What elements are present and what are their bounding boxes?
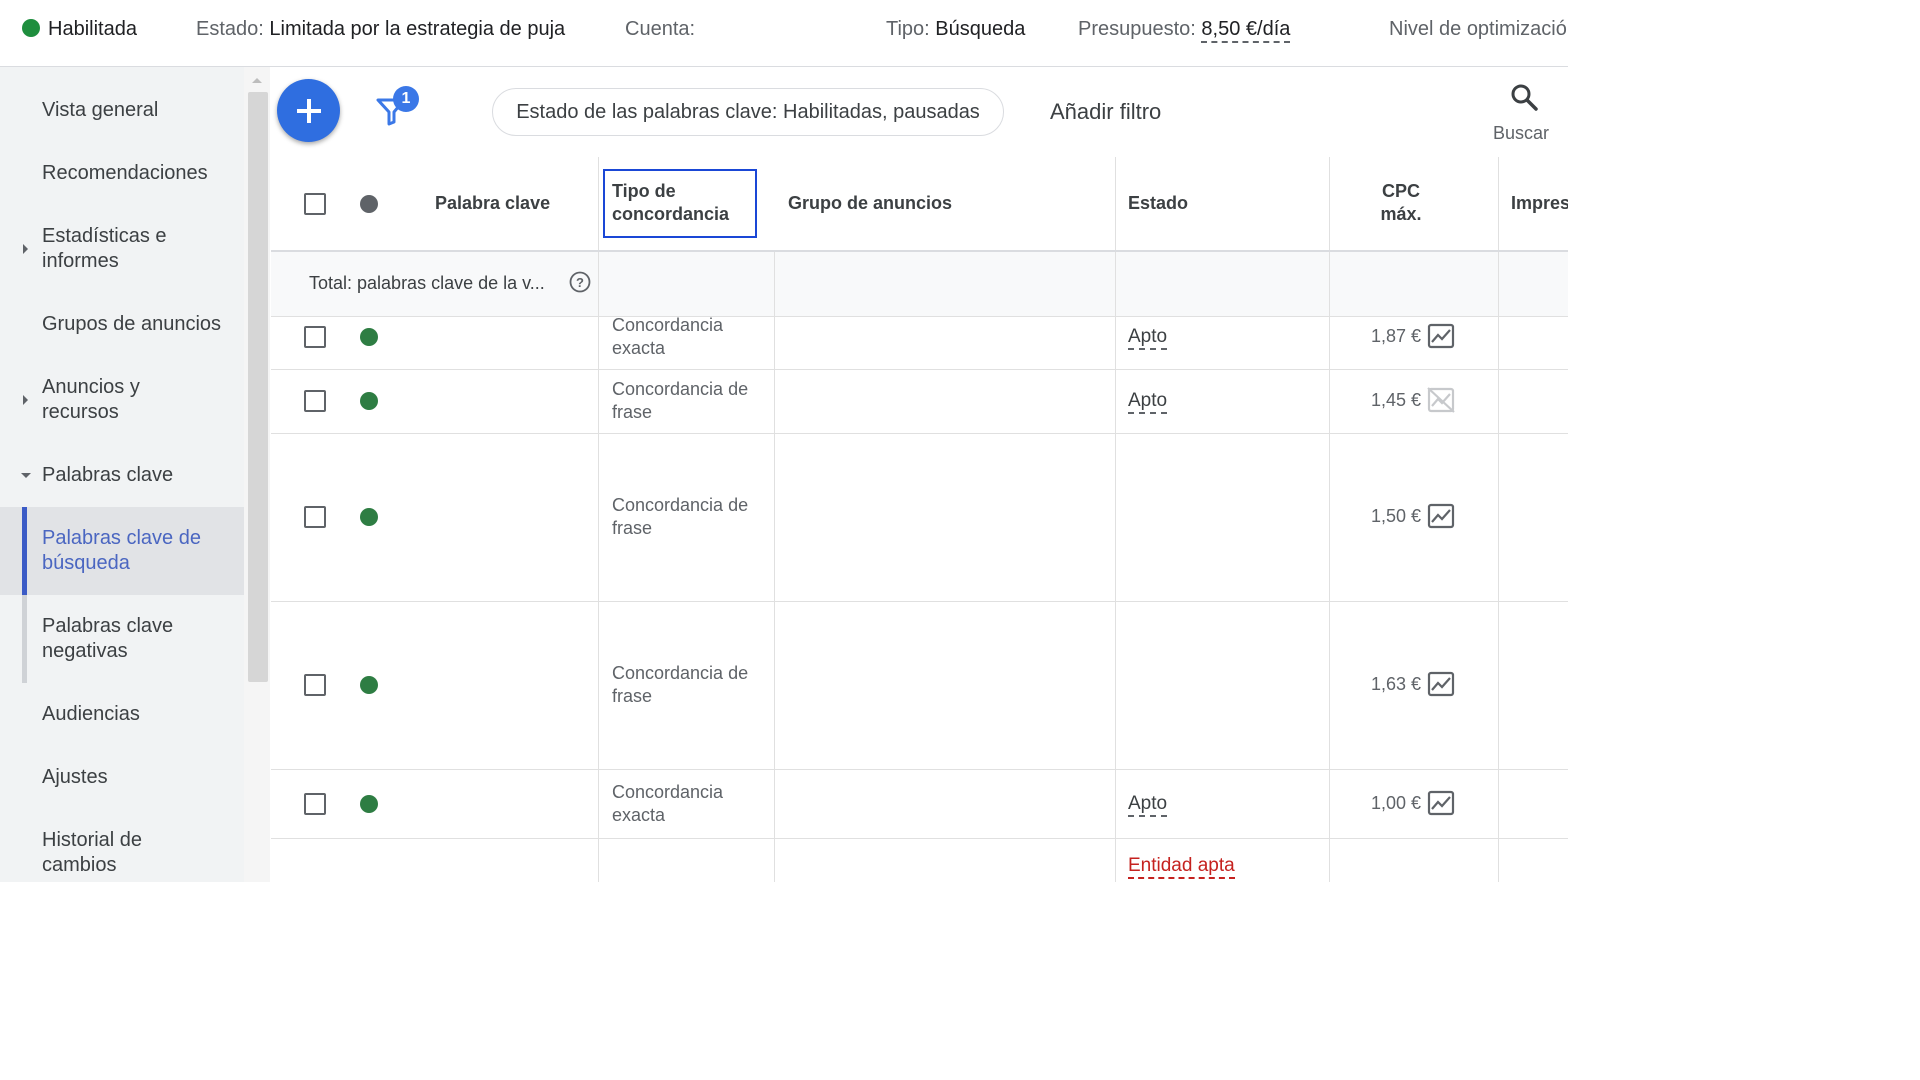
add-keyword-button[interactable] <box>277 79 340 142</box>
column-divider <box>1329 157 1330 882</box>
header-divider <box>271 250 1568 252</box>
sidebar-item-palabras-clave-busqueda[interactable]: Palabras clave de búsqueda <box>0 507 244 595</box>
campaign-presupuesto: Presupuesto: 8,50 €/día <box>1078 16 1291 43</box>
campaign-tipo: Tipo: Búsqueda <box>886 18 1026 40</box>
status-enabled-icon <box>360 795 378 813</box>
row-divider <box>271 838 1568 839</box>
status-enabled-icon <box>360 392 378 410</box>
match-type-cell: Concordancia exacta <box>612 315 724 358</box>
match-type-cell: Concordancia de frase <box>612 379 749 422</box>
sidebar-item-grupos-anuncios[interactable]: Grupos de anuncios <box>0 312 244 337</box>
campaign-estado: Estado: Limitada por la estrategia de pu… <box>196 18 566 40</box>
column-header-status[interactable]: Estado <box>1128 192 1188 215</box>
status-enabled-icon <box>360 328 378 346</box>
sidebar-item-audiencias[interactable]: Audiencias <box>0 702 244 727</box>
match-type-cell: Concordancia exacta <box>612 782 724 825</box>
column-header-cpc[interactable]: CPC máx. <box>1361 180 1441 226</box>
column-header-impressions[interactable]: Impres <box>1511 192 1568 215</box>
sidebar-item-palabras-clave[interactable]: Palabras clave <box>0 463 244 488</box>
match-type-highlight <box>603 169 757 238</box>
status-warning-link[interactable]: Entidad apta <box>1128 854 1235 879</box>
status-link[interactable]: Apto <box>1128 389 1168 414</box>
status-enabled-icon <box>22 19 40 37</box>
search-icon <box>1511 84 1538 111</box>
sidebar-nav: Vista general Recomendaciones Estadístic… <box>0 67 244 882</box>
row-divider <box>271 316 1568 317</box>
sidebar-item-historial-cambios[interactable]: Historial de cambios <box>0 828 244 878</box>
sidebar-item-palabras-clave-negativas[interactable]: Palabras clave negativas <box>0 595 244 683</box>
sparkline-icon[interactable] <box>1427 671 1455 697</box>
row-checkbox[interactable] <box>304 674 326 696</box>
svg-text:?: ? <box>576 275 584 290</box>
status-enabled-icon <box>360 676 378 694</box>
total-label: Total: palabras clave de la v... <box>309 273 545 293</box>
status-link[interactable]: Apto <box>1128 325 1168 350</box>
column-divider <box>598 157 599 882</box>
row-divider <box>271 433 1568 434</box>
help-icon[interactable]: ? <box>569 271 591 293</box>
column-header-ad-group[interactable]: Grupo de anuncios <box>788 192 952 215</box>
select-all-checkbox[interactable] <box>304 193 326 215</box>
sparkline-disabled-icon <box>1427 387 1455 413</box>
caret-right-icon <box>23 244 28 254</box>
max-cpc-value[interactable]: 1,00 € <box>1371 792 1421 815</box>
column-header-keyword[interactable]: Palabra clave <box>435 192 550 215</box>
row-divider <box>271 601 1568 602</box>
add-filter-button[interactable]: Añadir filtro <box>1050 99 1161 125</box>
row-divider <box>271 369 1568 370</box>
max-cpc-value[interactable]: 1,45 € <box>1371 389 1421 412</box>
budget-value[interactable]: 8,50 €/día <box>1201 18 1291 43</box>
max-cpc-value[interactable]: 1,63 € <box>1371 673 1421 696</box>
sidebar-scroll-thumb[interactable] <box>248 92 268 682</box>
row-divider <box>271 769 1568 770</box>
status-enabled-icon <box>360 508 378 526</box>
campaign-summary-bar: Habilitada Estado: Limitada por la estra… <box>0 0 1568 67</box>
row-checkbox[interactable] <box>304 506 326 528</box>
column-divider <box>1498 157 1499 882</box>
column-divider <box>1115 157 1116 882</box>
caret-right-icon <box>23 395 28 405</box>
max-cpc-value[interactable]: 1,87 € <box>1371 325 1421 348</box>
campaign-optimization: Nivel de optimizació <box>1389 18 1567 40</box>
sparkline-icon[interactable] <box>1427 503 1455 529</box>
row-checkbox[interactable] <box>304 390 326 412</box>
keywords-table: Palabra clave Tipo de concordancia Grupo… <box>271 157 1568 882</box>
status-link[interactable]: Apto <box>1128 792 1168 817</box>
sidebar-item-estadisticas[interactable]: Estadísticas e informes <box>0 224 244 274</box>
filter-count-badge: 1 <box>393 86 419 112</box>
max-cpc-value[interactable]: 1,50 € <box>1371 505 1421 528</box>
row-checkbox[interactable] <box>304 326 326 348</box>
sidebar-item-vista-general[interactable]: Vista general <box>0 98 244 123</box>
sidebar-item-anuncios-recursos[interactable]: Anuncios y recursos <box>0 375 244 425</box>
sidebar-item-ajustes[interactable]: Ajustes <box>0 765 244 790</box>
submenu-indicator <box>22 595 27 683</box>
sidebar-item-recomendaciones[interactable]: Recomendaciones <box>0 161 244 186</box>
plus-icon <box>297 99 321 123</box>
active-indicator <box>22 507 27 595</box>
sparkline-icon[interactable] <box>1427 790 1455 816</box>
status-column-icon <box>360 195 378 213</box>
row-checkbox[interactable] <box>304 793 326 815</box>
sparkline-icon[interactable] <box>1427 323 1455 349</box>
match-type-cell: Concordancia de frase <box>612 495 749 538</box>
scroll-up-icon[interactable] <box>252 78 262 83</box>
match-type-cell: Concordancia de frase <box>612 663 749 706</box>
search-button[interactable]: Buscar <box>1490 82 1560 146</box>
campaign-status[interactable]: Habilitada <box>22 16 137 42</box>
column-divider <box>774 251 775 882</box>
caret-down-icon <box>21 473 31 478</box>
campaign-cuenta: Cuenta: <box>625 18 696 40</box>
filter-chip-keyword-status[interactable]: Estado de las palabras clave: Habilitada… <box>492 88 1004 136</box>
